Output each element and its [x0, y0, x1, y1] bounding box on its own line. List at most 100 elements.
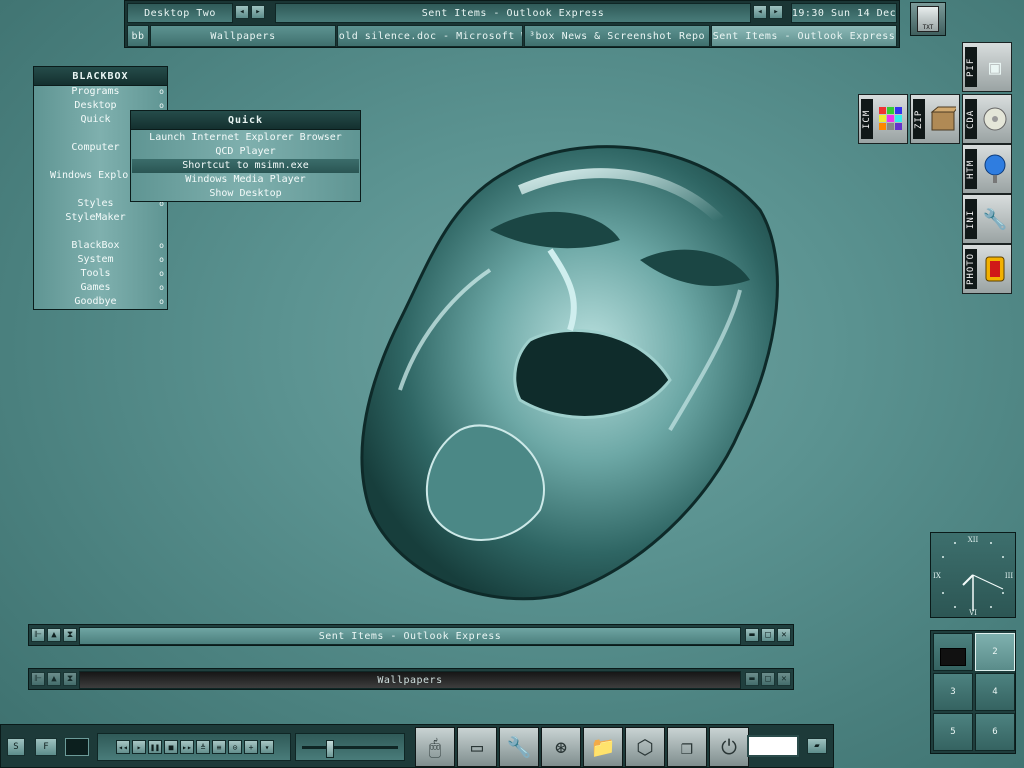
pif-file-icon[interactable]: PIF ▣ — [962, 42, 1012, 92]
shade-button[interactable]: ▲ — [47, 672, 61, 686]
task-box-news[interactable]: ³box News & Screenshot Repo — [524, 25, 710, 47]
submenu-marker: o — [159, 269, 164, 278]
pager-desktop-1[interactable]: 1 — [933, 633, 973, 671]
icm-file-icon[interactable]: ICM — [858, 94, 908, 144]
menu-item-label: StyleMaker — [65, 212, 126, 223]
stop-icon[interactable]: ■ — [164, 740, 178, 754]
htm-file-icon[interactable]: HTM — [962, 144, 1012, 194]
media-player-controls: ◂◂ ▸ ❚❚ ■ ▸▸ ≜ ≡ ⊙ + ▾ — [97, 733, 291, 761]
menu-item-system[interactable]: System o — [34, 254, 167, 268]
close-button[interactable]: ✕ — [777, 672, 791, 686]
submenu-marker: o — [159, 255, 164, 264]
pin-button[interactable]: ⊩ — [31, 672, 45, 686]
submenu-marker: o — [159, 283, 164, 292]
task-sent-items[interactable]: Sent Items - Outlook Express — [711, 25, 897, 47]
resize-button[interactable]: ⧗ — [63, 672, 77, 686]
pager-desktop-6[interactable]: 6 — [975, 713, 1015, 751]
slider-track — [302, 746, 398, 749]
txt-file-icon[interactable]: TXT — [910, 2, 946, 36]
cda-file-icon[interactable]: CDA — [962, 94, 1012, 144]
volume-slider[interactable] — [295, 733, 405, 761]
close-button[interactable]: ✕ — [777, 628, 791, 642]
play-icon[interactable]: ▸ — [132, 740, 146, 754]
film-reel-icon[interactable]: ⊛ — [541, 727, 581, 767]
window-title: Sent Items - Outlook Express — [79, 627, 741, 645]
maximize-button[interactable]: □ — [761, 628, 775, 642]
mouse-icon[interactable]: 🖱 — [415, 727, 455, 767]
menu-item-blackbox[interactable]: BlackBox o — [34, 240, 167, 254]
pager-desktop-2[interactable]: 2 — [975, 633, 1015, 671]
task-cold-silence[interactable]: cold silence.doc - Microsoft W — [337, 25, 523, 47]
icon-ext-label: ZIP — [913, 99, 925, 139]
chat-icon[interactable]: ▰ — [807, 738, 827, 754]
window-left-buttons: ⊩ ▲ ⧗ — [31, 628, 77, 642]
window-sent-items[interactable]: ⊩ ▲ ⧗ Sent Items - Outlook Express ▬ □ ✕ — [28, 624, 794, 646]
menu-item-label: BlackBox — [71, 240, 120, 251]
pager-desktop-3[interactable]: 3 — [933, 673, 973, 711]
volume-up-icon[interactable]: + — [244, 740, 258, 754]
volume-down-icon[interactable]: ▾ — [260, 740, 274, 754]
display-button[interactable] — [65, 738, 89, 756]
window-next-button[interactable]: ▸ — [769, 5, 783, 19]
pause-icon[interactable]: ❚❚ — [148, 740, 162, 754]
eject-icon[interactable]: ≜ — [196, 740, 210, 754]
resize-button[interactable]: ⧗ — [63, 628, 77, 642]
pin-button[interactable]: ⊩ — [31, 628, 45, 642]
workspace-prev-button[interactable]: ◂ — [235, 5, 249, 19]
shade-button[interactable]: ▲ — [47, 628, 61, 642]
quick-item-media-player[interactable]: Windows Media Player — [132, 173, 359, 187]
icon-ext-label: PHOTO — [965, 249, 977, 289]
settings-icon[interactable]: ⊙ — [228, 740, 242, 754]
window-right-buttons: ▬ □ ✕ — [745, 628, 791, 642]
menu-item-label: Goodbye — [74, 296, 117, 307]
workspace-pager: 1 2 3 4 5 6 — [930, 630, 1016, 754]
playlist-icon[interactable]: ≡ — [212, 740, 226, 754]
minimize-button[interactable]: ▬ — [745, 628, 759, 642]
network-icon[interactable]: ⬡ — [625, 727, 665, 767]
previous-icon[interactable]: ◂◂ — [116, 740, 130, 754]
pager-desktop-5[interactable]: 5 — [933, 713, 973, 751]
window-wallpapers[interactable]: ⊩ ▲ ⧗ Wallpapers ▬ □ ✕ — [28, 668, 794, 690]
zip-file-icon[interactable]: ZIP — [910, 94, 960, 144]
toolbar: Desktop Two ◂ ▸ Sent Items - Outlook Exp… — [124, 0, 900, 48]
f-button[interactable]: F — [35, 738, 57, 756]
task-wallpapers[interactable]: Wallpapers — [150, 25, 336, 47]
icon-ext-label: CDA — [965, 99, 977, 139]
next-icon[interactable]: ▸▸ — [180, 740, 194, 754]
slider-handle[interactable] — [326, 740, 334, 758]
menu-item-programs[interactable]: Programs o — [34, 86, 167, 100]
tools-icon[interactable]: 🔧 — [499, 727, 539, 767]
quick-item-msimn[interactable]: Shortcut to msimn.exe — [132, 159, 359, 173]
menu-item-tools[interactable]: Tools o — [34, 268, 167, 282]
menu-item-goodbye[interactable]: Goodbye o — [34, 296, 167, 310]
workspace-next-button[interactable]: ▸ — [251, 5, 265, 19]
menu-item-label: System — [77, 254, 114, 265]
pager-desktop-4[interactable]: 4 — [975, 673, 1015, 711]
window-left-buttons: ⊩ ▲ ⧗ — [31, 672, 77, 686]
maximize-button[interactable]: □ — [761, 672, 775, 686]
color-grid-icon — [877, 103, 905, 135]
input-box[interactable] — [747, 735, 799, 757]
window-prev-button[interactable]: ◂ — [753, 5, 767, 19]
submenu-marker: o — [159, 87, 164, 96]
pager-label: 5 — [950, 727, 956, 737]
quick-item-qcd-player[interactable]: QCD Player — [132, 145, 359, 159]
power-icon[interactable]: ⏻ — [709, 727, 749, 767]
menu-item-games[interactable]: Games o — [34, 282, 167, 296]
txt-label: TXT — [917, 6, 939, 32]
quick-item-show-desktop[interactable]: Show Desktop — [132, 187, 359, 201]
window-right-buttons: ▬ □ ✕ — [745, 672, 791, 686]
photo-file-icon[interactable]: PHOTO — [962, 244, 1012, 294]
drive-icon[interactable]: ▭ — [457, 727, 497, 767]
quick-submenu-title: Quick — [131, 111, 360, 130]
bb-button[interactable]: bb — [127, 25, 149, 47]
ini-file-icon[interactable]: INI 🔧 — [962, 194, 1012, 244]
quick-item-launch-ie[interactable]: Launch Internet Explorer Browser — [132, 131, 359, 145]
window-title-label: Sent Items - Outlook Express — [275, 3, 751, 23]
minimize-button[interactable]: ▬ — [745, 672, 759, 686]
folder-icon[interactable]: 📁 — [583, 727, 623, 767]
menu-item-stylemaker[interactable]: StyleMaker — [34, 212, 167, 226]
s-button[interactable]: S — [7, 738, 25, 756]
documents-icon[interactable]: ❐ — [667, 727, 707, 767]
window-title: Wallpapers — [79, 671, 741, 689]
